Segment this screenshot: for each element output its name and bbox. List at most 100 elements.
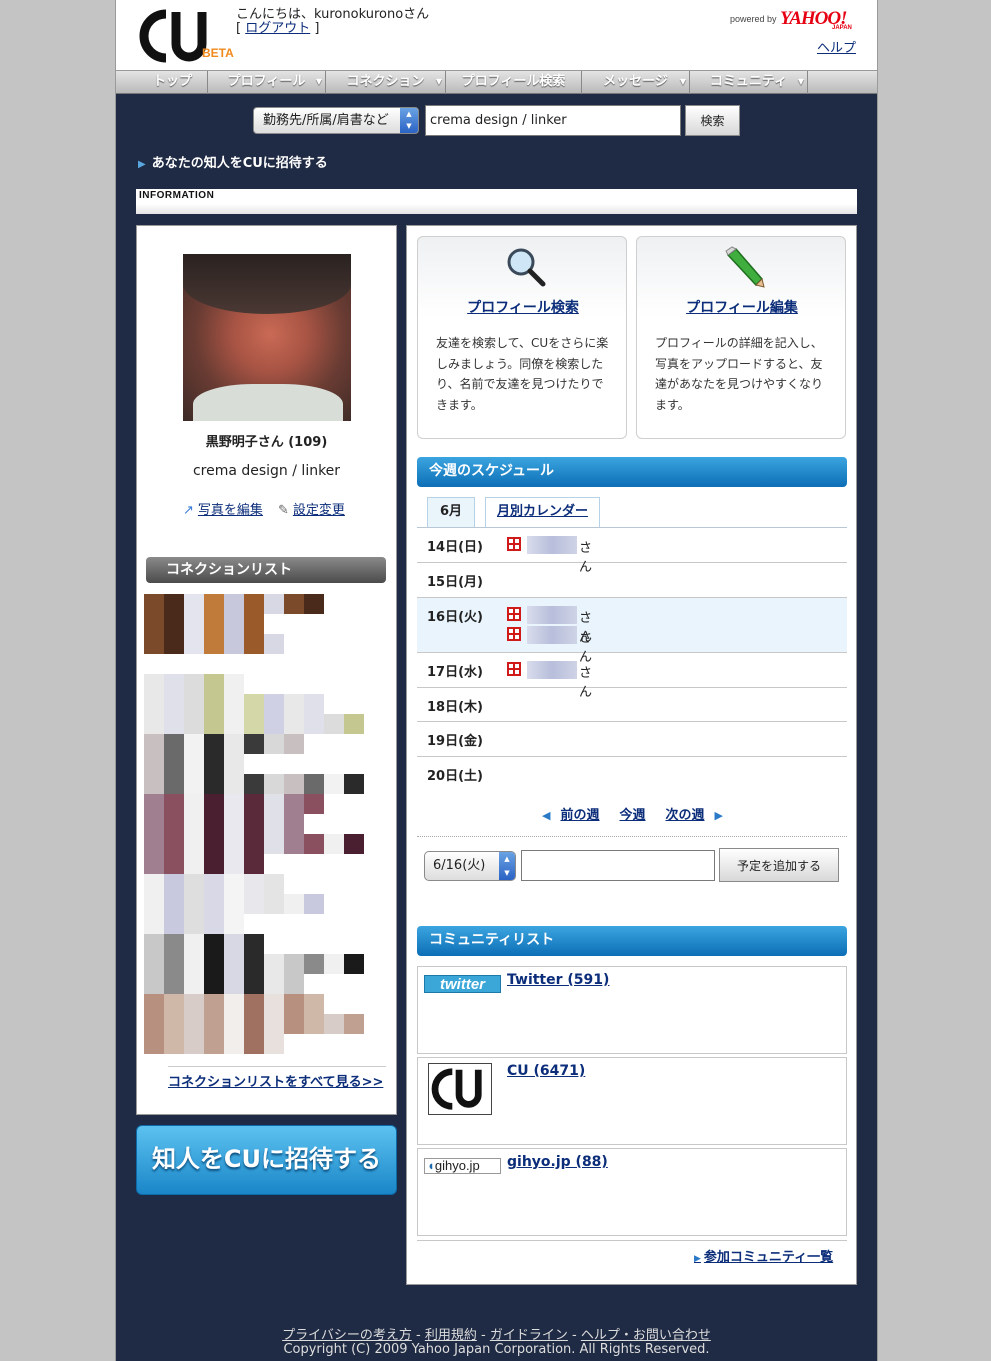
connection-thumbnail-pixel [304, 694, 324, 714]
connection-thumbnail-pixel [144, 734, 164, 754]
day-label: 16日(火) [427, 610, 483, 625]
connection-thumbnail-pixel [244, 874, 264, 894]
connection-thumbnail-pixel [264, 694, 284, 714]
edit-photo-link[interactable]: ↗ 写真を編集 [183, 499, 263, 518]
connection-thumbnail-pixel [164, 994, 184, 1014]
triangle-right-icon: ▶ [138, 159, 146, 170]
gift-icon [507, 607, 521, 621]
connection-thumbnail-pixel [244, 634, 264, 654]
page-container: BETA こんにちは、kuronokuronoさん [ ログアウト ] powe… [115, 0, 878, 1361]
footer-separator: - [476, 1328, 490, 1343]
day-label: 14日(日) [427, 540, 483, 555]
tab-month[interactable]: 6月 [427, 497, 475, 527]
nav-item-community[interactable]: コミュニティ ▼ [690, 71, 808, 94]
connection-thumbnail-pixel [304, 894, 324, 914]
cu-community-logo[interactable] [428, 1063, 492, 1115]
terms-link[interactable]: 利用規約 [425, 1328, 477, 1343]
connection-thumbnail-pixel [284, 814, 304, 834]
community-name-link[interactable]: gihyo.jp (88) [507, 1154, 608, 1170]
help-contact-link[interactable]: ヘルプ・お問い合わせ [581, 1328, 711, 1343]
connection-thumbnail-pixel [184, 894, 204, 914]
next-week-link[interactable]: 次の週 [666, 808, 705, 823]
connection-thumbnail-pixel [184, 594, 204, 614]
prev-week-link[interactable]: 前の週 [560, 808, 599, 823]
nav-item-profile[interactable]: プロフィール ▼ [208, 71, 326, 94]
logout-bracket-close: ] [310, 21, 320, 36]
help-link[interactable]: ヘルプ [817, 37, 856, 56]
add-event-button[interactable]: 予定を追加する [719, 848, 839, 882]
nav-label: プロフィール [227, 74, 306, 89]
connection-thumbnail-pixel [284, 734, 304, 754]
connection-thumbnail-pixel [164, 1014, 184, 1034]
event-date-select[interactable]: 6/16(火) ▲ ▼ [424, 851, 516, 881]
feature-title-profile-search[interactable]: プロフィール検索 [418, 297, 628, 317]
nav-item-top[interactable]: トップ [138, 71, 208, 94]
privacy-link[interactable]: プライバシーの考え方 [282, 1328, 412, 1343]
connection-thumbnail-pixel [184, 874, 204, 894]
nav-item-profile-search[interactable]: プロフィール検索 [446, 71, 582, 94]
connection-thumbnail-pixel [224, 974, 244, 994]
connection-thumbnail-pixel [204, 814, 224, 834]
event-title-input[interactable] [521, 850, 715, 881]
connection-thumbnail-pixel [224, 694, 244, 714]
guideline-link[interactable]: ガイドライン [490, 1328, 568, 1343]
day-label: 18日(木) [427, 700, 483, 715]
connection-thumbnail-pixel [204, 734, 224, 754]
connection-thumbnail-pixel [184, 614, 204, 634]
profile-photo[interactable] [183, 254, 351, 421]
search-category-select[interactable]: 勤務先/所属/肩書など ▲ ▼ [253, 107, 419, 134]
feature-card-profile-search[interactable]: プロフィール検索 友達を検索して、CUをさらに楽しみましょう。同僚を検索したり、… [417, 236, 627, 439]
connection-thumbnail-pixel [224, 614, 244, 634]
connection-thumbnail-pixel [244, 774, 264, 794]
connection-thumbnail-pixel [324, 834, 344, 854]
powered-by-text: powered by [730, 14, 777, 24]
connection-thumbnail-pixel [164, 694, 184, 714]
nav-item-message[interactable]: メッセージ ▼ [582, 71, 690, 94]
nav-label: トップ [152, 74, 192, 89]
triangle-left-icon: ◀ [542, 809, 551, 822]
copyright-text: Copyright (C) 2009 Yahoo Japan Corporati… [283, 1342, 710, 1357]
nav-label: メッセージ [603, 74, 668, 89]
connection-thumbnail-pixel [264, 774, 284, 794]
connection-thumbnail-pixel [204, 954, 224, 974]
edit-photo-label[interactable]: 写真を編集 [198, 503, 263, 518]
search-input[interactable] [425, 105, 681, 136]
connection-list-mosaic[interactable] [144, 594, 377, 1059]
feature-card-profile-edit[interactable]: プロフィール編集 プロフィールの詳細を記入し、写真をアップロードすると、友達があ… [636, 236, 846, 439]
connection-thumbnail-pixel [224, 954, 244, 974]
connection-thumbnail-pixel [244, 814, 264, 834]
view-all-communities-link[interactable]: ▶ 参加コミュニティ一覧 [694, 1246, 833, 1265]
connection-thumbnail-pixel [144, 1014, 164, 1034]
feature-title-profile-edit[interactable]: プロフィール編集 [637, 297, 847, 317]
settings-label[interactable]: 設定変更 [293, 503, 345, 518]
twitter-logo[interactable]: twitter [424, 975, 501, 993]
nav-item-connection[interactable]: コネクション ▼ [326, 71, 446, 94]
search-button[interactable]: 検索 [685, 105, 740, 136]
connection-thumbnail-pixel [284, 594, 304, 614]
blurred-name [527, 536, 577, 554]
community-name-link[interactable]: Twitter (591) [507, 972, 609, 988]
connection-thumbnail-pixel [164, 954, 184, 974]
logout-line: [ ログアウト ] [236, 22, 319, 36]
view-all-connections-link[interactable]: コネクションリストをすべて見る>> [168, 1071, 383, 1090]
tab-monthly-calendar[interactable]: 月別カレンダー [485, 497, 600, 527]
this-week-link[interactable]: 今週 [619, 808, 645, 823]
connection-thumbnail-pixel [224, 1034, 244, 1054]
invite-friends-link[interactable]: ▶ あなたの知人をCUに招待する [138, 152, 328, 171]
connection-thumbnail-pixel [224, 894, 244, 914]
profile-name: 黒野明子さん (109) [205, 435, 328, 450]
connection-thumbnail-pixel [204, 874, 224, 894]
settings-link[interactable]: ✎ 設定変更 [278, 499, 345, 518]
connection-thumbnail-pixel [224, 834, 244, 854]
connection-thumbnail-pixel [144, 934, 164, 954]
invite-to-cu-button[interactable]: 知人をCUに招待する [136, 1125, 397, 1195]
connection-thumbnail-pixel [204, 834, 224, 854]
feature-description: 友達を検索して、CUをさらに楽しみましょう。同僚を検索したり、名前で友達を見つけ… [436, 336, 609, 412]
wrench-icon: ✎ [278, 503, 289, 518]
connection-thumbnail-pixel [204, 1014, 224, 1034]
connection-thumbnail-pixel [164, 674, 184, 694]
logout-link[interactable]: ログアウト [245, 21, 310, 36]
community-name-link[interactable]: CU (6471) [507, 1063, 585, 1079]
gihyo-logo[interactable]: ◖gihyo.jp [424, 1158, 501, 1174]
connection-thumbnail-pixel [164, 614, 184, 634]
